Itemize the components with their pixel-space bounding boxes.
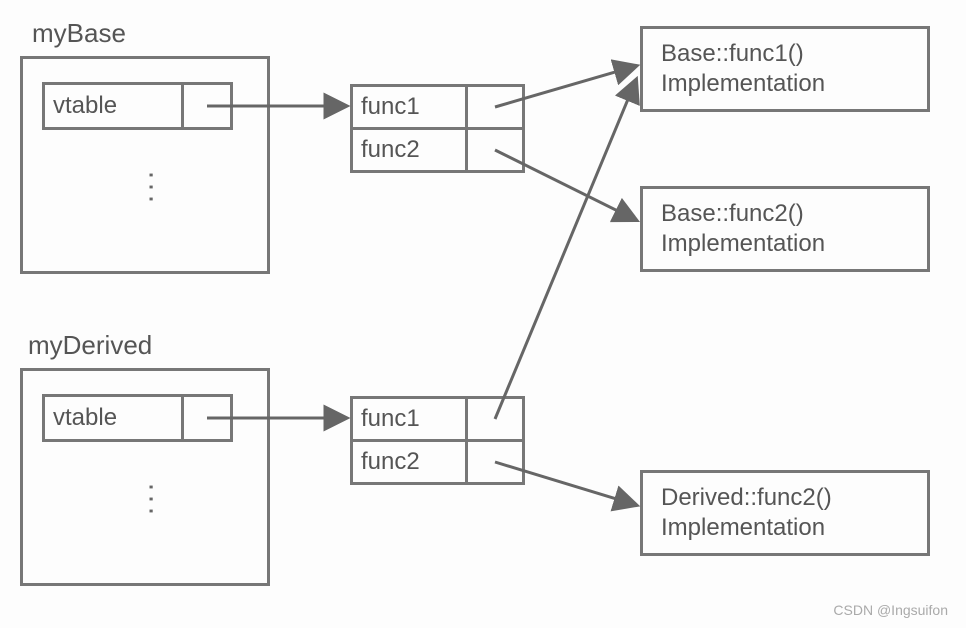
base-vtable-func1-ptr: [465, 84, 525, 130]
base-vtable-func2-ptr: [465, 127, 525, 173]
base-func2-impl-line1: Base::func2(): [661, 199, 909, 229]
label-mybase: myBase: [32, 18, 126, 49]
myderived-vtable-ptr: [181, 394, 233, 442]
base-func2-impl-box: Base::func2() Implementation: [640, 186, 930, 272]
label-myderived: myDerived: [28, 330, 152, 361]
derived-vtable-func2-ptr: [465, 439, 525, 485]
base-vtable-func2-label: func2: [350, 127, 468, 173]
derived-func2-impl-line2: Implementation: [661, 513, 909, 543]
derived-vtable-func1-label: func1: [350, 396, 468, 442]
derived-func2-impl-box: Derived::func2() Implementation: [640, 470, 930, 556]
myderived-ellipsis: ···: [135, 482, 169, 518]
base-func1-impl-line1: Base::func1(): [661, 39, 909, 69]
derived-vtable-func1-ptr: [465, 396, 525, 442]
mybase-ellipsis: ···: [135, 170, 169, 206]
base-func1-impl-line2: Implementation: [661, 69, 909, 99]
base-vtable-func1-label: func1: [350, 84, 468, 130]
base-func1-impl-box: Base::func1() Implementation: [640, 26, 930, 112]
derived-vtable-func2-label: func2: [350, 439, 468, 485]
mybase-vtable-ptr: [181, 82, 233, 130]
myderived-vtable-cell: vtable: [42, 394, 184, 442]
watermark: CSDN @Ingsuifon: [833, 602, 948, 618]
mybase-vtable-cell: vtable: [42, 82, 184, 130]
derived-func2-impl-line1: Derived::func2(): [661, 483, 909, 513]
base-func2-impl-line2: Implementation: [661, 229, 909, 259]
